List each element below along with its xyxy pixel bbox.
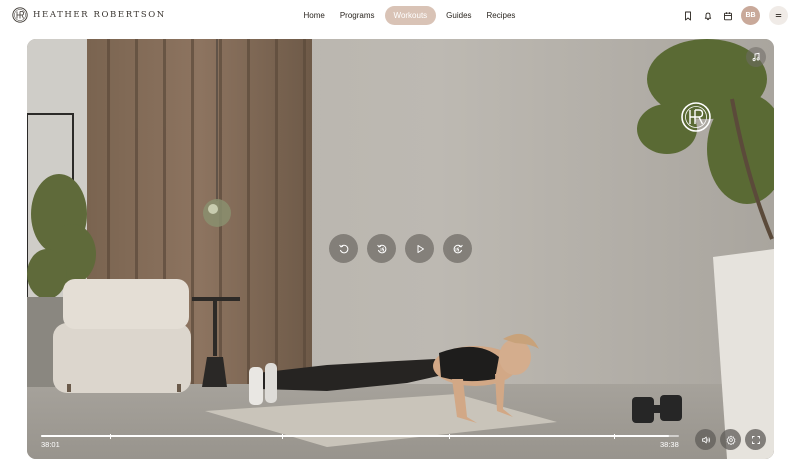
play-button[interactable] [405,234,434,263]
hamburger-icon [775,14,782,17]
volume-button[interactable] [695,429,716,450]
brand-logo[interactable]: HEATHER ROBERTSON [12,7,166,23]
settings-button[interactable] [720,429,741,450]
forward-button[interactable] [443,234,472,263]
nav-item-home[interactable]: Home [296,6,332,25]
menu-button[interactable] [769,6,788,25]
replay-button[interactable] [329,234,358,263]
calendar-icon[interactable] [718,6,738,25]
forward-15-icon [453,244,463,253]
brand-name: HEATHER ROBERTSON [33,10,166,20]
fullscreen-icon [751,435,760,444]
avatar[interactable]: BB [741,6,760,25]
nav-item-programs[interactable]: Programs [332,6,382,25]
bell-icon[interactable] [698,6,718,25]
main-nav: Home Programs Workouts Guides Recipes [296,6,523,25]
current-time: 38:01 [41,440,60,449]
play-icon [417,244,424,253]
rewind-button[interactable] [367,234,396,263]
settings-icon [726,435,735,445]
nav-item-guides[interactable]: Guides [439,6,479,25]
rewind-15-icon [376,244,386,253]
video-frame [27,39,774,459]
bookmark-icon[interactable] [678,6,698,25]
seek-bar[interactable] [41,433,679,439]
fullscreen-button[interactable] [745,429,766,450]
nav-item-recipes[interactable]: Recipes [479,6,523,25]
volume-icon [701,436,710,443]
hr-monogram-icon [12,7,28,23]
chapter-mark [449,433,451,439]
chapter-mark [109,433,111,439]
music-button[interactable] [746,47,766,67]
nav-item-workouts[interactable]: Workouts [385,6,436,25]
seek-progress [41,435,669,437]
chapter-mark [282,433,284,439]
music-note-icon [752,52,760,62]
duration: 38:38 [660,440,679,449]
replay-icon [338,244,348,253]
site-header: HEATHER ROBERTSON Home Programs Workouts… [0,0,800,30]
header-actions: BB [678,6,788,25]
video-player[interactable]: 38:01 38:38 [27,39,774,459]
chapter-mark [613,433,615,439]
